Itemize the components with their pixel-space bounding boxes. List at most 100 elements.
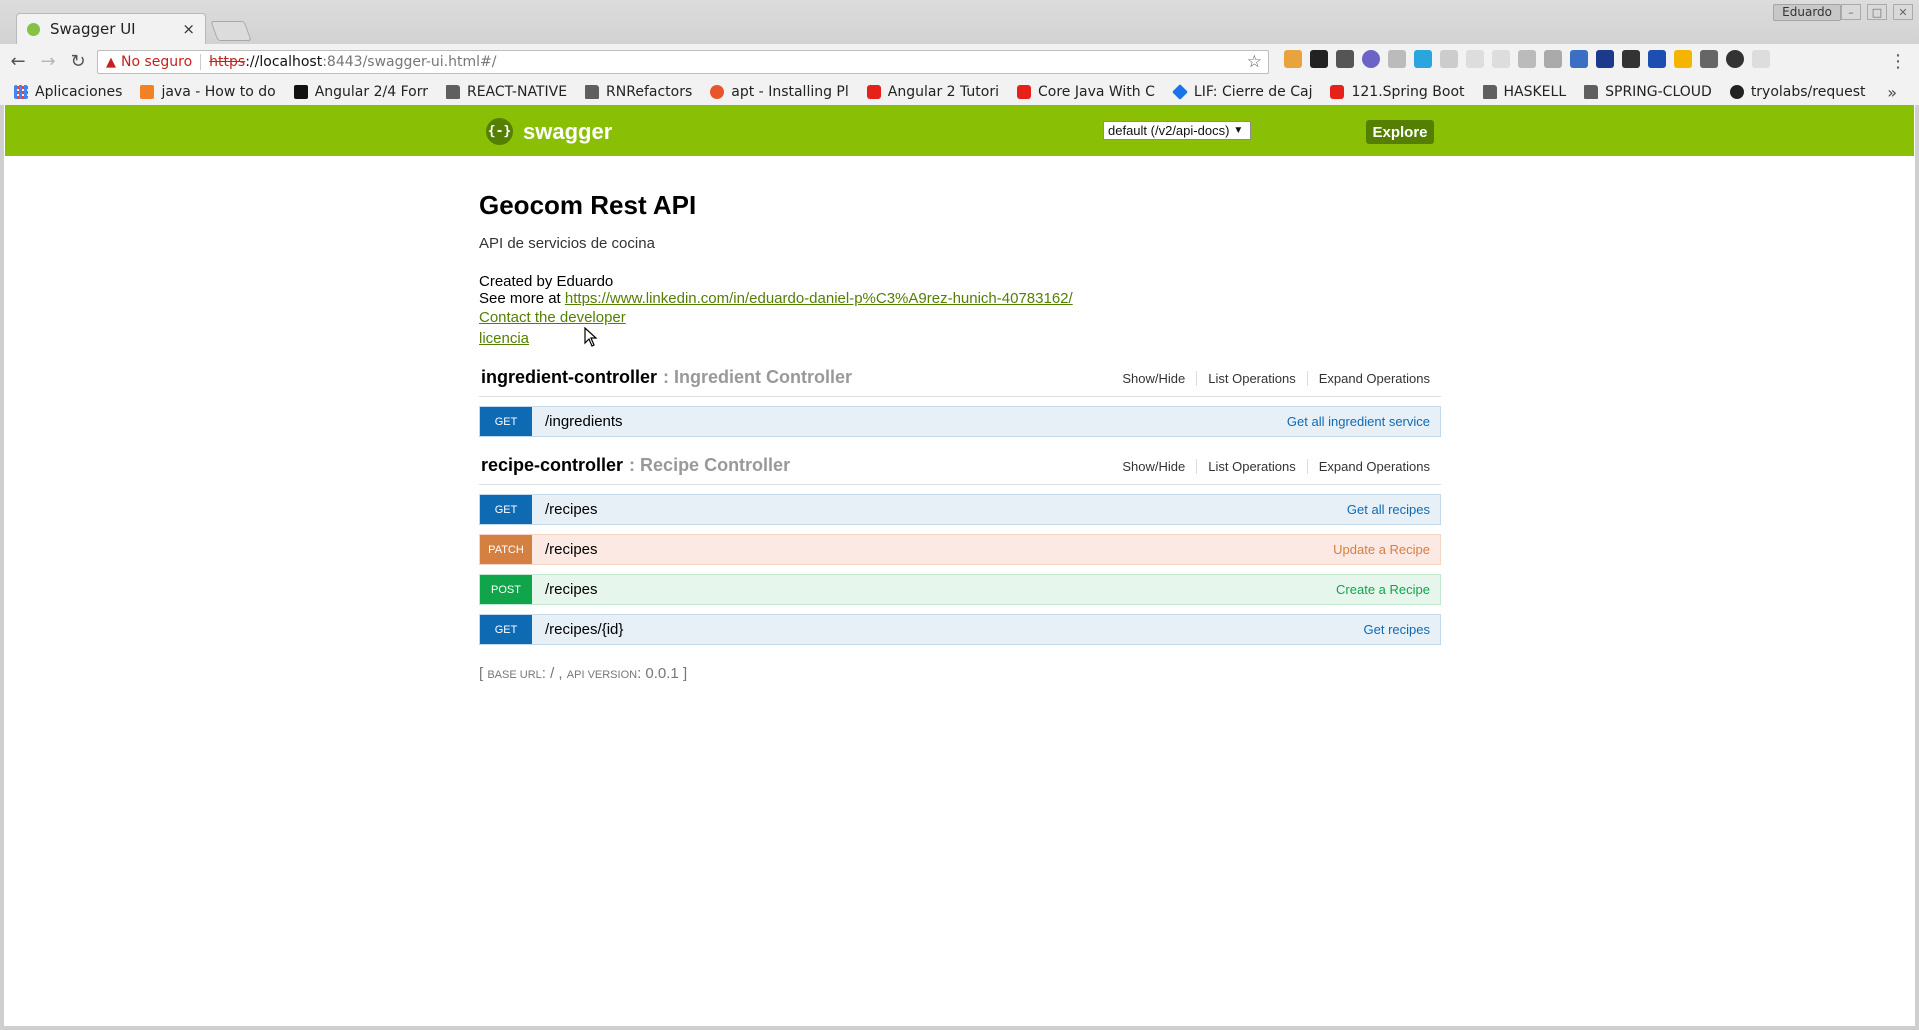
- http-method-badge[interactable]: PATCH: [480, 535, 532, 564]
- omnibox-divider: [200, 54, 202, 70]
- extension-icon[interactable]: [1726, 50, 1744, 68]
- extension-icon[interactable]: [1596, 50, 1614, 68]
- extension-icon[interactable]: [1466, 50, 1484, 68]
- resource-ingredient-controller: ingredient-controller : Ingredient Contro…: [479, 367, 1441, 437]
- bookmark-item[interactable]: Angular 2 Tutori: [866, 84, 999, 100]
- extension-icon[interactable]: [1674, 50, 1692, 68]
- url-scheme: https: [209, 54, 246, 70]
- extension-icon[interactable]: [1284, 50, 1302, 68]
- resource-description: : Ingredient Controller: [663, 367, 853, 387]
- operation-summary[interactable]: Update a Recipe: [1333, 542, 1430, 557]
- show-hide-link[interactable]: Show/Hide: [1111, 371, 1196, 386]
- new-tab-button[interactable]: [210, 21, 252, 41]
- extension-icon[interactable]: [1700, 50, 1718, 68]
- bookmark-item[interactable]: 121.Spring Boot: [1330, 84, 1465, 100]
- operation-path[interactable]: /recipes: [545, 581, 598, 598]
- operation-path[interactable]: /recipes: [545, 501, 598, 518]
- mouse-cursor-icon: [584, 327, 598, 347]
- address-bar[interactable]: ▲ No seguro https://localhost:8443/swagg…: [97, 50, 1269, 74]
- extension-icon[interactable]: [1388, 50, 1406, 68]
- operation-post[interactable]: POST/recipes Create a Recipe: [479, 574, 1441, 605]
- show-hide-link[interactable]: Show/Hide: [1111, 459, 1196, 474]
- folder-icon: [1482, 85, 1497, 99]
- browser-tab[interactable]: Swagger UI ×: [16, 13, 206, 44]
- browser-menu-icon[interactable]: ⋮: [1889, 51, 1907, 72]
- bookmark-label: java - How to do: [161, 84, 276, 100]
- http-method-badge[interactable]: GET: [480, 495, 532, 524]
- operation-get[interactable]: GET/recipes Get all recipes: [479, 494, 1441, 525]
- extension-icon[interactable]: [1492, 50, 1510, 68]
- spec-select[interactable]: default (/v2/api-docs) ▼: [1103, 121, 1251, 140]
- bookmark-item[interactable]: REACT-NATIVE: [445, 84, 567, 100]
- extension-icon[interactable]: [1414, 50, 1432, 68]
- operation-path[interactable]: /recipes: [545, 541, 598, 558]
- bookmark-star-icon[interactable]: ☆: [1247, 52, 1262, 72]
- http-method-badge[interactable]: POST: [480, 575, 532, 604]
- operation-get[interactable]: GET/recipes/{id} Get recipes: [479, 614, 1441, 645]
- bookmark-item[interactable]: RNRefactors: [585, 84, 692, 100]
- window-controls: – □ ✕: [1841, 4, 1913, 20]
- bookmark-item[interactable]: tryolabs/request: [1729, 84, 1866, 100]
- operation-get[interactable]: GET/ingredients Get all ingredient servic…: [479, 406, 1441, 437]
- extension-icon[interactable]: [1518, 50, 1536, 68]
- swagger-logo[interactable]: {-} swagger: [486, 118, 612, 145]
- list-operations-link[interactable]: List Operations: [1196, 371, 1306, 386]
- bookmark-item[interactable]: Aplicaciones: [14, 84, 122, 100]
- list-operations-link[interactable]: List Operations: [1196, 459, 1306, 474]
- resource-name[interactable]: recipe-controller: [481, 455, 623, 476]
- operation-summary[interactable]: Create a Recipe: [1336, 582, 1430, 597]
- operation-patch[interactable]: PATCH/recipes Update a Recipe: [479, 534, 1441, 565]
- expand-operations-link[interactable]: Expand Operations: [1306, 371, 1441, 386]
- spec-select-value: default (/v2/api-docs): [1108, 123, 1230, 138]
- folder-icon: [1584, 85, 1599, 99]
- extension-icon[interactable]: [1310, 50, 1328, 68]
- linkedin-link[interactable]: https://www.linkedin.com/in/eduardo-dani…: [565, 290, 1073, 307]
- bookmark-item[interactable]: HASKELL: [1482, 84, 1567, 100]
- bookmark-label: 121.Spring Boot: [1351, 84, 1465, 100]
- expand-operations-link[interactable]: Expand Operations: [1306, 459, 1441, 474]
- contact-developer-link[interactable]: Contact the developer: [479, 307, 626, 328]
- bookmark-item[interactable]: apt - Installing Pl: [710, 84, 849, 100]
- operation-summary[interactable]: Get all recipes: [1347, 502, 1430, 517]
- bookmark-item[interactable]: LIF: Cierre de Caj: [1171, 84, 1312, 100]
- extension-icon[interactable]: [1648, 50, 1666, 68]
- extension-icon[interactable]: [1752, 50, 1770, 68]
- bookmark-label: HASKELL: [1503, 84, 1567, 100]
- operation-path[interactable]: /recipes/{id}: [545, 621, 623, 638]
- operation-summary[interactable]: Get all ingredient service: [1287, 414, 1430, 429]
- api-version-label: api version: [566, 669, 638, 681]
- bookmarks-overflow-icon[interactable]: »: [1887, 83, 1897, 102]
- back-arrow-icon[interactable]: ←: [6, 50, 30, 74]
- extension-icon[interactable]: [1544, 50, 1562, 68]
- maximize-icon[interactable]: □: [1867, 4, 1887, 20]
- reload-icon[interactable]: ↻: [66, 50, 90, 74]
- bookmark-item[interactable]: java - How to do: [140, 84, 276, 100]
- explore-button[interactable]: Explore: [1366, 120, 1434, 144]
- extension-icon[interactable]: [1622, 50, 1640, 68]
- http-method-badge[interactable]: GET: [480, 407, 532, 436]
- resource-name[interactable]: ingredient-controller: [481, 367, 657, 388]
- bookmark-label: SPRING-CLOUD: [1605, 84, 1712, 100]
- close-window-icon[interactable]: ✕: [1893, 4, 1913, 20]
- bookmarks-bar: Aplicaciones java - How to do Angular 2/4 …: [0, 79, 1919, 105]
- bookmark-item[interactable]: Angular 2/4 Forr: [293, 84, 428, 100]
- operation-path[interactable]: /ingredients: [545, 413, 623, 430]
- forward-arrow-icon[interactable]: →: [36, 50, 60, 74]
- extension-icon[interactable]: [1336, 50, 1354, 68]
- apps-grid-icon: [14, 85, 28, 99]
- browser-chrome: Swagger UI × Eduardo – □ ✕ ← → ↻ ▲ No se…: [0, 0, 1919, 105]
- http-method-badge[interactable]: GET: [480, 615, 532, 644]
- bookmark-item[interactable]: SPRING-CLOUD: [1584, 84, 1712, 100]
- license-link[interactable]: licencia: [479, 328, 529, 349]
- minimize-icon[interactable]: –: [1841, 4, 1861, 20]
- api-version-value: : 0.0.1: [637, 665, 683, 682]
- bookmark-item[interactable]: Core Java With C: [1017, 84, 1155, 100]
- bookmark-label: tryolabs/request: [1750, 84, 1866, 100]
- profile-button[interactable]: Eduardo: [1773, 4, 1841, 21]
- operation-summary[interactable]: Get recipes: [1364, 622, 1430, 637]
- close-tab-icon[interactable]: ×: [182, 20, 195, 38]
- extension-icon[interactable]: [1362, 50, 1380, 68]
- extension-icon[interactable]: [1440, 50, 1458, 68]
- url-path: :8443/swagger-ui.html#/: [322, 54, 497, 70]
- extension-icon[interactable]: [1570, 50, 1588, 68]
